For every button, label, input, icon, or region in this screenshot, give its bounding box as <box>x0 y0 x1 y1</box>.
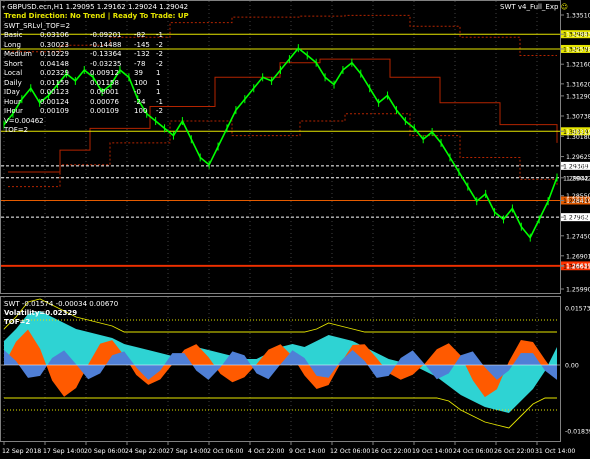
time-tick-label: 24 Sep 22:00 <box>125 448 166 455</box>
envelope-lower <box>4 397 557 429</box>
price-tick-label: 1.30738 <box>566 114 590 121</box>
trend-direction: Trend Direction: No Trend | Ready To Tra… <box>4 12 189 20</box>
stats-cell-v3: -0 <box>134 88 141 96</box>
stats-cell-v1: 0.30023 <box>40 40 69 49</box>
time-tick-label: 20 Sep 06:00 <box>84 448 125 455</box>
indicator-name: SWT_SRLvl_TOF=2 <box>4 22 71 30</box>
time-tick-label: 4 Oct 22:00 <box>248 448 284 455</box>
price-tick-label: 1.32160 <box>566 62 590 69</box>
stats-cell-v1: 0.10229 <box>40 50 69 58</box>
stats-cell-v2: 0.00076 <box>90 97 119 106</box>
swt-indicator-panel: 0.01573 0.00 -0.01839 <box>1 298 590 436</box>
stats-cell-v2: 0.00001 <box>90 88 119 96</box>
time-axis: 12 Sep 2018 17 Sep 14:00 20 Sep 06:00 24 Se… <box>2 441 575 455</box>
stats-cell-name: Local <box>4 69 23 77</box>
stats-cell-v4: -2 <box>156 59 163 68</box>
price-tick-label: 1.27962 <box>566 215 590 222</box>
smiley-icon: ☺ <box>560 3 568 11</box>
stats-cell-v1: 0.00124 <box>40 97 69 106</box>
stats-cell-v3: -145 <box>134 40 150 49</box>
price-tick-label: 1.27450 <box>566 233 590 240</box>
time-tick-label: 24 Oct 06:00 <box>453 448 493 455</box>
stats-cell-name: IHour <box>4 107 23 115</box>
stats-cell-v3: 100 <box>134 107 148 115</box>
time-tick-label: 12 Oct 06:00 <box>330 448 370 455</box>
price-tick-label: 1.32983 <box>566 32 590 39</box>
v-label: V=0.00462 <box>4 117 44 125</box>
stats-cell-v1: 0.00123 <box>40 88 69 96</box>
stats-cell-v2: -0.09201 <box>90 31 122 39</box>
time-tick-label: 12 Sep 2018 <box>2 448 41 455</box>
stats-cell-v3: -132 <box>134 50 150 58</box>
chart-symbol-icon: ▾ <box>2 4 6 11</box>
stats-cell-v2: 0.00912 <box>90 69 119 77</box>
price-tick-label: 1.29625 <box>566 154 590 161</box>
time-tick-label: 16 Oct 22:00 <box>371 448 411 455</box>
time-tick-label: 9 Oct 14:00 <box>289 448 325 455</box>
price-tick-label: 1.29369 <box>566 163 590 170</box>
price-tick-label: 1.31620 <box>566 81 590 88</box>
stats-cell-v1: 0.02329 <box>40 69 69 77</box>
stats-cell-v4: -2 <box>156 40 163 49</box>
stats-cell-name: IDay <box>4 88 20 96</box>
expert-label[interactable]: SWT v4_Full_Exp ☺ <box>500 3 568 12</box>
swt-axis-label: -0.01839 <box>565 429 590 436</box>
price-tick-label: 1.33510 <box>566 13 590 20</box>
stats-cell-v4: -2 <box>156 107 163 115</box>
stats-cell-name: Daily <box>4 78 22 87</box>
stats-cell-v4: 1 <box>156 69 161 77</box>
stats-cell-v1: 0.04148 <box>40 59 69 68</box>
stats-cell-v3: -24 <box>134 97 146 106</box>
volatility-label: Volatility=0.02329 <box>4 309 78 317</box>
time-tick-label: 27 Sep 14:00 <box>166 448 207 455</box>
stats-cell-v4: -2 <box>156 50 163 58</box>
price-axis: 1.33510 1.32983 1.32578 1.32160 1.31620 1.312… <box>560 13 590 294</box>
swt-tof-label: TOF=2 <box>4 318 31 326</box>
price-tick-label: 1.28419 <box>566 198 590 205</box>
stats-cell-v2: -0.14488 <box>90 40 122 49</box>
price-tick-label: 1.31290 <box>566 93 590 100</box>
stats-cell-v4: 1 <box>156 88 161 96</box>
stats-cell-v1: 0.03106 <box>40 31 69 39</box>
stats-cell-name: Basic <box>4 31 23 39</box>
stats-cell-name: Hour <box>4 97 21 106</box>
swt-label: SWT -0.01574 -0.00034 0.00670 <box>4 300 119 308</box>
time-tick-label: 19 Oct 14:00 <box>412 448 452 455</box>
stats-cell-v4: -1 <box>156 97 163 106</box>
price-tick-label: 1.32578 <box>566 46 590 53</box>
stats-cell-v4: -1 <box>156 31 163 39</box>
stats-cell-v3: 39 <box>134 69 143 77</box>
tof-label: TOF=2 <box>4 126 29 134</box>
price-series <box>3 44 558 242</box>
stats-cell-v2: -0.03235 <box>90 59 122 68</box>
price-tick-label: 1.30180 <box>566 134 590 141</box>
stats-cell-v3: -78 <box>134 59 146 68</box>
stats-cell-name: Short <box>4 59 23 68</box>
price-tick-label: 1.25990 <box>566 287 590 294</box>
stats-cell-v1: 0.01159 <box>40 78 69 87</box>
time-tick-label: 2 Oct 06:00 <box>207 448 243 455</box>
swt-axis-label: 0.01573 <box>565 306 590 313</box>
stats-cell-v2: 0.01158 <box>90 78 119 87</box>
stats-cell-v4: 1 <box>156 78 161 87</box>
price-tick-label: 1.29042 <box>566 175 590 182</box>
stats-cell-v3: 100 <box>134 78 148 87</box>
stats-cell-name: Long <box>4 40 21 49</box>
time-tick-label: 17 Sep 14:00 <box>43 448 84 455</box>
symbol-line: GBPUSD.ecn,H1 1.29095 1.29162 1.29024 1.… <box>7 3 189 11</box>
price-tick-label: 1.26615 <box>566 264 590 271</box>
stats-cell-v2: 0.00109 <box>90 107 119 115</box>
price-tick-label: 1.26901 <box>566 253 590 260</box>
time-tick-label: 31 Oct 14:00 <box>535 448 575 455</box>
stats-cell-v2: -0.13364 <box>90 50 122 58</box>
stats-cell-v1: 0.00109 <box>40 107 69 115</box>
swt-axis-label: 0.00 <box>565 363 579 370</box>
stats-cell-name: Medium <box>4 50 32 58</box>
symbol-info: ▾ GBPUSD.ecn,H1 1.29095 1.29162 1.29024 … <box>2 3 188 12</box>
chart-canvas: 1.329831.325781.303191.293691.290421.284… <box>0 0 590 455</box>
time-tick-label: 26 Oct 22:00 <box>494 448 534 455</box>
stats-cell-v3: -82 <box>134 31 146 39</box>
